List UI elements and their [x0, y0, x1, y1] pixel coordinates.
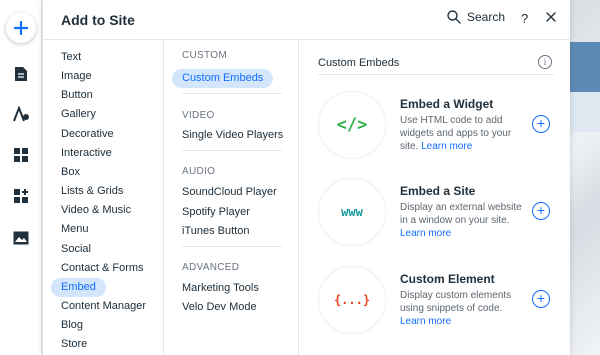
- info-icon[interactable]: i: [538, 55, 552, 69]
- subcategory-item[interactable]: Spotify Player: [172, 203, 260, 222]
- add-embed-icon[interactable]: +: [532, 290, 550, 308]
- subcategory-item[interactable]: Velo Dev Mode: [172, 298, 267, 317]
- close-icon[interactable]: [544, 10, 558, 24]
- embed-description-text: Display an external website in a window …: [400, 202, 522, 226]
- pages-button[interactable]: [0, 58, 42, 90]
- embed-description-text: Display custom elements using snippets o…: [400, 290, 512, 314]
- search-button[interactable]: Search: [447, 10, 505, 24]
- panel-title: Add to Site: [61, 12, 135, 28]
- category-item[interactable]: Decorative: [51, 125, 124, 144]
- section-heading: VIDEO: [182, 110, 215, 121]
- search-icon: [447, 10, 461, 24]
- content-title: Custom Embeds: [318, 57, 400, 69]
- add-panel: Add to Site Search ? Text Image Button Gall…: [43, 0, 570, 355]
- section-divider: [182, 93, 282, 94]
- media-icon: [13, 231, 29, 245]
- design-button[interactable]: [0, 98, 42, 130]
- embed-description: Use HTML code to add widgets and apps to…: [400, 114, 530, 153]
- category-item[interactable]: Lists & Grids: [51, 182, 133, 201]
- category-item[interactable]: Interactive: [51, 144, 122, 163]
- embed-thumb-icon[interactable]: www: [318, 178, 386, 246]
- category-item[interactable]: Image: [51, 67, 102, 86]
- embed-description: Display custom elements using snippets o…: [400, 289, 530, 328]
- section-heading: AUDIO: [182, 166, 216, 177]
- subcategory-list: CUSTOM Custom Embeds VIDEO Single Video Pla…: [164, 40, 299, 355]
- embed-title: Embed a Site: [400, 184, 476, 198]
- add-icon: [6, 13, 36, 43]
- pages-icon: [15, 67, 27, 81]
- add-embed-icon[interactable]: +: [532, 115, 550, 133]
- add-button[interactable]: [0, 12, 42, 44]
- learn-more-link[interactable]: Learn more: [421, 141, 472, 152]
- site-canvas[interactable]: [570, 0, 600, 355]
- learn-more-link[interactable]: Learn more: [400, 316, 451, 327]
- category-item[interactable]: Button: [51, 86, 103, 105]
- category-item[interactable]: Blog: [51, 316, 93, 335]
- embed-title: Custom Element: [400, 272, 495, 286]
- add-embed-icon[interactable]: +: [532, 202, 550, 220]
- category-item[interactable]: Content Manager: [51, 297, 156, 316]
- media-button[interactable]: [0, 222, 42, 254]
- embed-thumb-icon[interactable]: {...}: [318, 266, 386, 334]
- left-rail: [0, 0, 42, 355]
- app-market-icon: [14, 189, 28, 203]
- subcategory-item[interactable]: Marketing Tools: [172, 279, 269, 298]
- design-icon: [13, 106, 29, 122]
- subcategory-item[interactable]: iTunes Button: [172, 222, 259, 241]
- section-divider: [182, 246, 282, 247]
- category-item[interactable]: Text: [51, 48, 91, 67]
- apps-button[interactable]: [0, 139, 42, 171]
- canvas-strip-light: [570, 92, 600, 132]
- section-divider: [182, 150, 282, 151]
- embed-thumb-icon[interactable]: </>: [318, 91, 386, 159]
- help-icon[interactable]: ?: [521, 11, 528, 26]
- search-label: Search: [467, 10, 506, 24]
- embed-item[interactable]: </> Embed a Widget Use HTML code to add wi…: [299, 91, 570, 171]
- canvas-strip: [570, 42, 600, 92]
- category-item[interactable]: Contact & Forms: [51, 259, 154, 278]
- section-heading: ADVANCED: [182, 262, 240, 273]
- content-area: Custom Embeds i </> Embed a Widget Use HTM…: [299, 40, 570, 355]
- embed-item[interactable]: {...} Custom Element Display custom elemen…: [299, 266, 570, 346]
- category-item[interactable]: Embed: [51, 277, 106, 297]
- subcategory-item[interactable]: Single Video Players: [172, 126, 293, 145]
- embed-description: Display an external website in a window …: [400, 201, 530, 240]
- category-item[interactable]: Box: [51, 163, 90, 182]
- embed-item[interactable]: www Embed a Site Display an external websi…: [299, 178, 570, 258]
- apps-icon: [14, 148, 28, 162]
- learn-more-link[interactable]: Learn more: [400, 228, 451, 239]
- panel-header: Add to Site Search ?: [43, 0, 570, 40]
- subcategory-item[interactable]: SoundCloud Player: [172, 183, 287, 202]
- category-item[interactable]: Video & Music: [51, 201, 141, 220]
- embed-title: Embed a Widget: [400, 97, 494, 111]
- app-market-button[interactable]: [0, 180, 42, 212]
- category-list: Text Image Button Gallery Decorative Interact…: [43, 40, 164, 355]
- subcategory-item[interactable]: Custom Embeds: [172, 69, 274, 88]
- category-item[interactable]: Menu: [51, 220, 99, 239]
- content-divider: [318, 74, 554, 75]
- section-heading: CUSTOM: [182, 50, 227, 61]
- category-item[interactable]: Social: [51, 240, 101, 259]
- category-item[interactable]: Store: [51, 335, 97, 354]
- category-item[interactable]: Gallery: [51, 105, 106, 124]
